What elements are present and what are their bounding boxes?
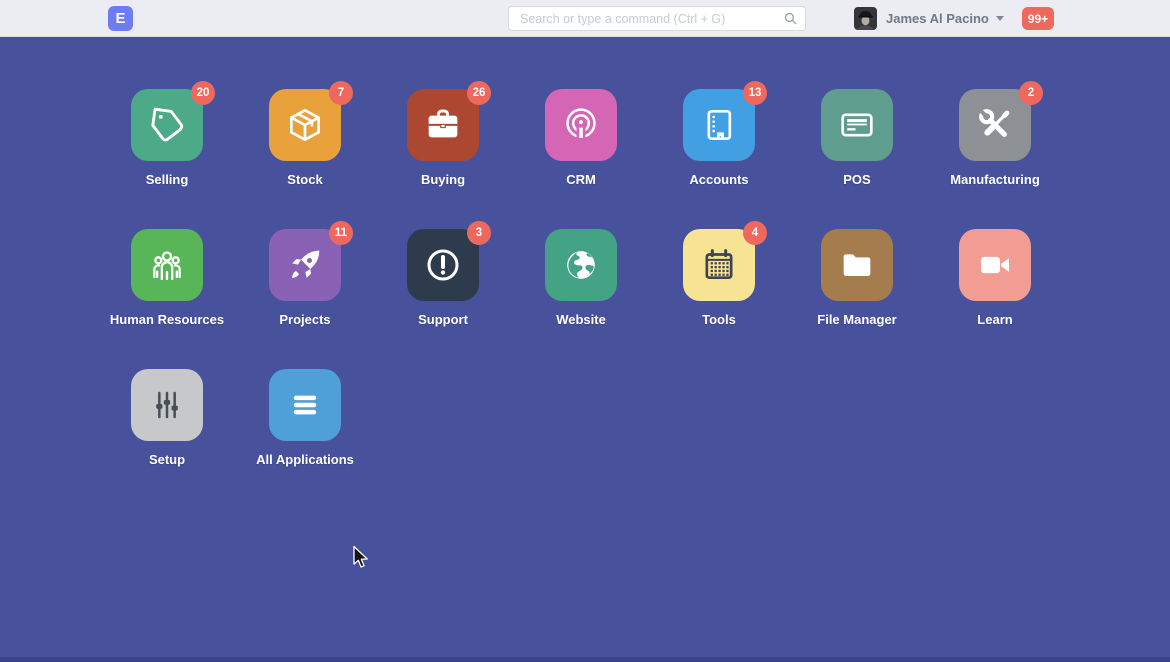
projects-tile[interactable]: 11 (269, 229, 341, 301)
calendar-icon (699, 245, 739, 285)
app-shortcut-label: All Applications (256, 452, 354, 467)
global-search-input[interactable] (508, 6, 806, 31)
globe-icon (561, 245, 601, 285)
app-shortcut-support[interactable]: 3 Support (374, 229, 512, 369)
app-shortcut-label: Accounts (689, 172, 748, 187)
notification-badge: 13 (743, 81, 767, 105)
app-grid: 20 Selling 7 Stock 26 Buying CRM 13 Accounts POS 2… (98, 37, 1064, 509)
app-shortcut-file-manager[interactable]: File Manager (788, 229, 926, 369)
app-shortcut-website[interactable]: Website (512, 229, 650, 369)
crm-tile[interactable] (545, 89, 617, 161)
credit-card-icon (837, 105, 877, 145)
bottom-edge (0, 657, 1170, 662)
topbar: E James Al Pacino 99+ (0, 0, 1170, 37)
user-menu[interactable]: James Al Pacino (854, 0, 1004, 37)
app-shortcut-label: Setup (149, 452, 185, 467)
app-shortcut-label: Tools (702, 312, 736, 327)
folder-icon (837, 245, 877, 285)
app-shortcut-label: Projects (279, 312, 330, 327)
broadcast-icon (561, 105, 601, 145)
website-tile[interactable] (545, 229, 617, 301)
app-shortcut-human-resources[interactable]: Human Resources (98, 229, 236, 369)
selling-tile[interactable]: 20 (131, 89, 203, 161)
chevron-down-icon (996, 16, 1004, 21)
app-shortcut-accounts[interactable]: 13 Accounts (650, 89, 788, 229)
notification-badge: 26 (467, 81, 491, 105)
menu-icon (285, 385, 325, 425)
notification-badge: 11 (329, 221, 353, 245)
mouse-cursor (352, 545, 370, 571)
accounts-tile[interactable]: 13 (683, 89, 755, 161)
wrench-screwdriver-icon (975, 105, 1015, 145)
app-shortcut-label: Buying (421, 172, 465, 187)
learn-tile[interactable] (959, 229, 1031, 301)
human-resources-tile[interactable] (131, 229, 203, 301)
search-icon (782, 10, 799, 27)
global-search (508, 6, 806, 31)
app-shortcut-setup[interactable]: Setup (98, 369, 236, 509)
app-shortcut-stock[interactable]: 7 Stock (236, 89, 374, 229)
briefcase-icon (423, 105, 463, 145)
ledger-icon (699, 105, 739, 145)
app-shortcut-pos[interactable]: POS (788, 89, 926, 229)
app-shortcut-label: Human Resources (110, 312, 224, 327)
notification-badge: 7 (329, 81, 353, 105)
app-shortcut-manufacturing[interactable]: 2 Manufacturing (926, 89, 1064, 229)
app-shortcut-label: Learn (977, 312, 1012, 327)
notification-badge: 3 (467, 221, 491, 245)
notifications-badge[interactable]: 99+ (1022, 7, 1054, 30)
app-shortcut-buying[interactable]: 26 Buying (374, 89, 512, 229)
app-shortcut-label: File Manager (817, 312, 896, 327)
box-icon (285, 105, 325, 145)
notification-badge: 2 (1019, 81, 1043, 105)
app-shortcut-label: Manufacturing (950, 172, 1040, 187)
tools-tile[interactable]: 4 (683, 229, 755, 301)
app-logo[interactable]: E (108, 6, 133, 31)
app-shortcut-tools[interactable]: 4 Tools (650, 229, 788, 369)
all-applications-tile[interactable] (269, 369, 341, 441)
tag-icon (147, 105, 187, 145)
people-icon (147, 245, 187, 285)
video-camera-icon (975, 245, 1015, 285)
user-avatar (854, 7, 877, 30)
app-shortcut-crm[interactable]: CRM (512, 89, 650, 229)
app-shortcut-label: Website (556, 312, 606, 327)
rocket-icon (285, 245, 325, 285)
user-name: James Al Pacino (886, 11, 989, 26)
stock-tile[interactable]: 7 (269, 89, 341, 161)
buying-tile[interactable]: 26 (407, 89, 479, 161)
setup-tile[interactable] (131, 369, 203, 441)
exclamation-circle-icon (423, 245, 463, 285)
notification-badge: 4 (743, 221, 767, 245)
app-shortcut-label: Selling (146, 172, 189, 187)
file-manager-tile[interactable] (821, 229, 893, 301)
app-shortcut-all-applications[interactable]: All Applications (236, 369, 374, 509)
manufacturing-tile[interactable]: 2 (959, 89, 1031, 161)
app-shortcut-label: Stock (287, 172, 322, 187)
app-shortcut-learn[interactable]: Learn (926, 229, 1064, 369)
app-shortcut-selling[interactable]: 20 Selling (98, 89, 236, 229)
pos-tile[interactable] (821, 89, 893, 161)
support-tile[interactable]: 3 (407, 229, 479, 301)
sliders-icon (147, 385, 187, 425)
app-shortcut-label: CRM (566, 172, 596, 187)
app-shortcut-label: POS (843, 172, 870, 187)
notification-badge: 20 (191, 81, 215, 105)
app-shortcut-label: Support (418, 312, 468, 327)
app-shortcut-projects[interactable]: 11 Projects (236, 229, 374, 369)
